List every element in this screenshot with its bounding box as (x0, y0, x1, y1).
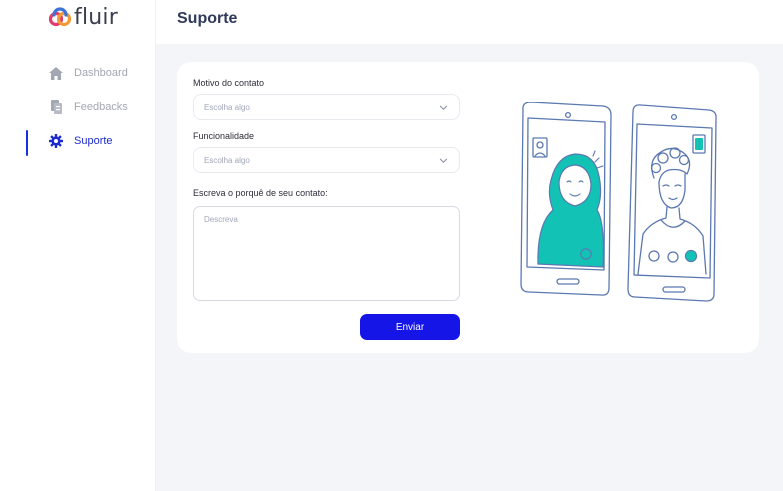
mensagem-textarea[interactable]: Descreva (193, 206, 460, 301)
sidebar-item-label: Dashboard (74, 67, 128, 79)
funcionalidade-label: Funcionalidade (193, 131, 255, 141)
mensagem-placeholder: Descreva (204, 215, 238, 224)
sidebar-item-suporte[interactable]: Suporte (0, 124, 156, 158)
sidebar-item-feedbacks[interactable]: Feedbacks (0, 90, 156, 124)
enviar-button[interactable]: Enviar (360, 314, 460, 340)
funcionalidade-select-value: Escolha algo (204, 156, 250, 165)
page-title: Suporte (177, 10, 238, 27)
video-call-illustration (520, 102, 717, 302)
sidebar-item-dashboard[interactable]: Dashboard (0, 56, 156, 90)
sidebar-nav: Dashboard Feedbacks Suporte (0, 56, 156, 158)
gear-icon (48, 133, 64, 149)
support-card: Motivo do contato Escolha algo Funcional… (177, 62, 759, 353)
motivo-select-value: Escolha algo (204, 103, 250, 112)
chevron-down-icon (439, 105, 448, 110)
brand-logo[interactable]: fluir (48, 5, 118, 30)
sidebar-item-label: Feedbacks (74, 101, 128, 113)
motivo-select[interactable]: Escolha algo (193, 94, 460, 120)
page-header: Suporte (156, 0, 783, 44)
home-icon (48, 65, 64, 81)
motivo-label: Motivo do contato (193, 78, 265, 88)
fluir-logo-icon (48, 6, 72, 26)
funcionalidade-select[interactable]: Escolha algo (193, 147, 460, 173)
sidebar: fluir Dashboard Feedbacks Suporte (0, 0, 156, 491)
chevron-down-icon (439, 158, 448, 163)
feedback-icon (48, 99, 64, 115)
mensagem-label: Escreva o porquê de seu contato: (193, 188, 328, 198)
brand-name: fluir (74, 5, 118, 30)
sidebar-item-label: Suporte (74, 135, 113, 147)
